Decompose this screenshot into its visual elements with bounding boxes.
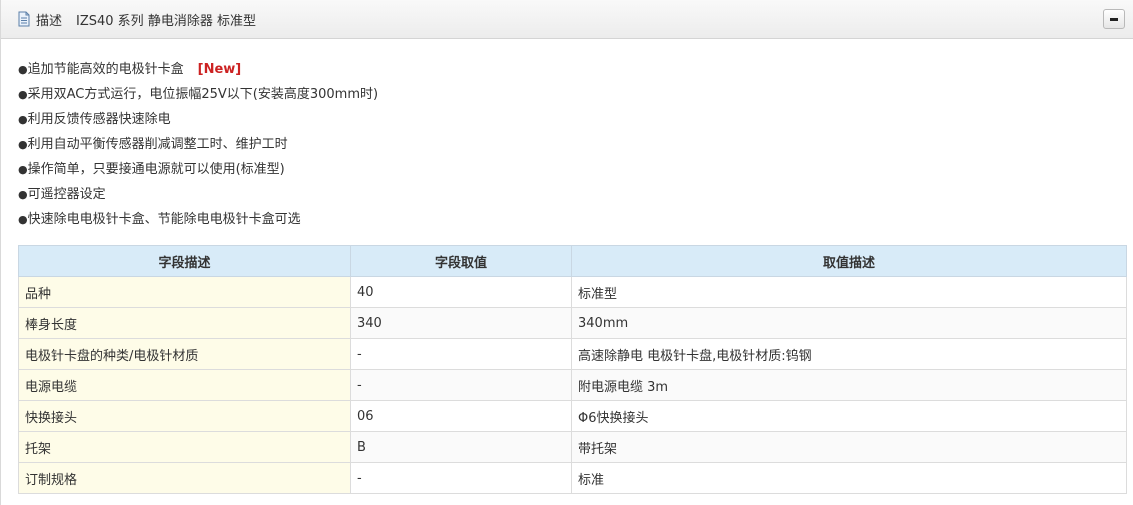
- value-cell: -: [350, 462, 572, 494]
- description-cell: 高速除静电 电极针卡盘,电极针材质:钨钢: [571, 338, 1127, 370]
- field-cell: 订制规格: [18, 462, 351, 494]
- new-badge: [New]: [197, 62, 242, 77]
- table-row: 电极针卡盘的种类/电极针材质 - 高速除静电 电极针卡盘,电极针材质:钨钢: [18, 338, 1127, 370]
- field-cell: 品种: [18, 276, 351, 308]
- value-cell: B: [350, 431, 572, 463]
- description-cell: Φ6快换接头: [571, 400, 1127, 432]
- feature-item: ●操作简单，只要接通电源就可以使用(标准型): [18, 157, 1133, 182]
- field-cell: 电极针卡盘的种类/电极针材质: [18, 338, 351, 370]
- collapse-button[interactable]: [1103, 9, 1125, 29]
- description-cell: 带托架: [571, 431, 1127, 463]
- feature-item: ●利用自动平衡传感器削减调整工时、维护工时: [18, 132, 1133, 157]
- field-cell: 托架: [18, 431, 351, 463]
- bullet-icon: ●: [18, 163, 28, 176]
- bullet-icon: ●: [18, 88, 28, 101]
- header-label: 描述: [36, 13, 63, 29]
- table-header-row: 字段描述 字段取值 取值描述: [18, 245, 1127, 277]
- feature-item: ●可遥控器设定: [18, 182, 1133, 207]
- table-row: 电源电缆 - 附电源电缆 3m: [18, 369, 1127, 401]
- table-row: 品种 40 标准型: [18, 276, 1127, 308]
- feature-list: ●追加节能高效的电极针卡盒 [New] ●采用双AC方式运行，电位振幅25V以下(…: [18, 57, 1133, 232]
- bullet-icon: ●: [18, 138, 28, 151]
- table-row: 快换接头 06 Φ6快换接头: [18, 400, 1127, 432]
- feature-text: 利用反馈传感器快速除电: [27, 112, 171, 127]
- feature-item: ●采用双AC方式运行，电位振幅25V以下(安装高度300mm时): [18, 82, 1133, 107]
- table-row: 订制规格 - 标准: [18, 462, 1127, 494]
- page-title: IZS40 系列 静电消除器 标准型: [76, 13, 256, 29]
- spec-table: 字段描述 字段取值 取值描述 品种 40 标准型 棒身长度 340 340mm …: [18, 245, 1127, 494]
- value-cell: 340: [350, 307, 572, 339]
- feature-text: 可遥控器设定: [27, 187, 106, 202]
- feature-item: ●追加节能高效的电极针卡盒 [New]: [18, 57, 1133, 82]
- bullet-icon: ●: [18, 113, 28, 126]
- column-header-value: 字段取值: [350, 245, 572, 277]
- feature-item: ●快速除电电极针卡盒、节能除电电极针卡盒可选: [18, 207, 1133, 232]
- value-cell: 06: [350, 400, 572, 432]
- description-cell: 附电源电缆 3m: [571, 369, 1127, 401]
- table-row: 托架 B 带托架: [18, 431, 1127, 463]
- panel-header: 描述 IZS40 系列 静电消除器 标准型: [1, 0, 1133, 39]
- feature-item: ●利用反馈传感器快速除电: [18, 107, 1133, 132]
- column-header-field: 字段描述: [18, 245, 351, 277]
- value-cell: -: [350, 369, 572, 401]
- column-header-description: 取值描述: [571, 245, 1127, 277]
- field-cell: 快换接头: [18, 400, 351, 432]
- table-row: 棒身长度 340 340mm: [18, 307, 1127, 339]
- description-panel: 描述 IZS40 系列 静电消除器 标准型 ●追加节能高效的电极针卡盒 [New]…: [0, 0, 1133, 505]
- bullet-icon: ●: [18, 213, 28, 226]
- description-cell: 标准: [571, 462, 1127, 494]
- feature-text: 利用自动平衡传感器削减调整工时、维护工时: [27, 137, 288, 152]
- value-cell: -: [350, 338, 572, 370]
- feature-text: 采用双AC方式运行，电位振幅25V以下(安装高度300mm时): [27, 87, 379, 102]
- description-cell: 标准型: [571, 276, 1127, 308]
- document-icon: [18, 11, 30, 27]
- description-cell: 340mm: [571, 307, 1127, 339]
- bullet-icon: ●: [18, 63, 28, 76]
- minus-icon: [1110, 17, 1118, 21]
- feature-text: 操作简单，只要接通电源就可以使用(标准型): [27, 162, 285, 177]
- bullet-icon: ●: [18, 188, 28, 201]
- field-cell: 棒身长度: [18, 307, 351, 339]
- field-cell: 电源电缆: [18, 369, 351, 401]
- value-cell: 40: [350, 276, 572, 308]
- feature-text: 快速除电电极针卡盒、节能除电电极针卡盒可选: [27, 212, 301, 227]
- feature-text: 追加节能高效的电极针卡盒: [27, 62, 184, 77]
